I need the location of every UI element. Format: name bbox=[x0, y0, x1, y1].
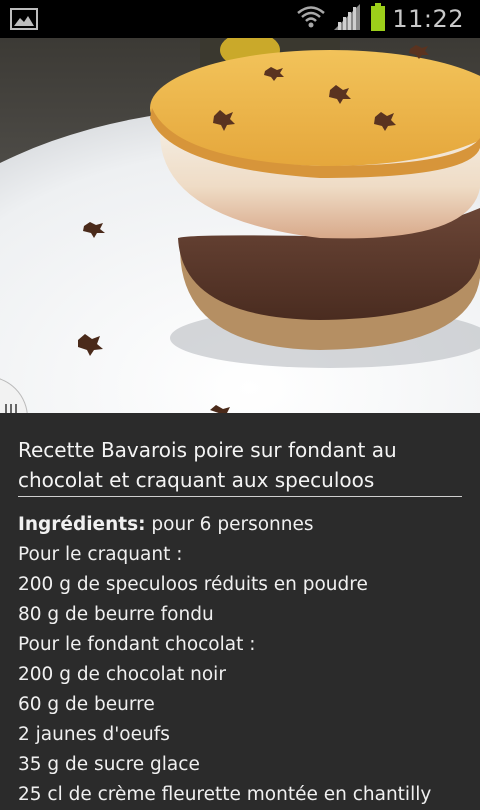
ingredients-header: Ingrédients: pour 6 personnes bbox=[18, 510, 480, 540]
ingredient-line: 60 g de beurre bbox=[18, 694, 155, 715]
wifi-icon bbox=[296, 4, 326, 34]
ingredient-line: 2 jaunes d'oeufs bbox=[18, 724, 170, 745]
ingredients-list: Ingrédients: pour 6 personnes Pour le cr… bbox=[18, 510, 480, 810]
servings-text: pour 6 personnes bbox=[145, 514, 314, 535]
ingredient-line: Pour le craquant : bbox=[18, 544, 183, 565]
ingredient-line: 200 g de chocolat noir bbox=[18, 664, 226, 685]
recipe-title: Recette Bavarois poire sur fondant au ch… bbox=[18, 438, 397, 492]
title-divider bbox=[18, 496, 462, 497]
status-bar: 11:22 bbox=[0, 0, 480, 38]
gallery-notification-icon bbox=[10, 8, 38, 34]
signal-icon bbox=[332, 4, 362, 34]
status-time: 11:22 bbox=[392, 5, 464, 33]
ingredients-label: Ingrédients: bbox=[18, 514, 146, 535]
ingredient-line: 80 g de beurre fondu bbox=[18, 604, 214, 625]
ingredient-line: Pour le fondant chocolat : bbox=[18, 634, 256, 655]
ingredient-line: 200 g de speculoos réduits en poudre bbox=[18, 574, 368, 595]
battery-icon bbox=[370, 3, 386, 35]
ingredient-line: 35 g de sucre glace bbox=[18, 754, 200, 775]
recipe-content: Recette Bavarois poire sur fondant au ch… bbox=[0, 413, 480, 805]
ingredient-line: 25 cl de crème fleurette montée en chant… bbox=[18, 784, 432, 805]
recipe-photo[interactable] bbox=[0, 38, 480, 413]
